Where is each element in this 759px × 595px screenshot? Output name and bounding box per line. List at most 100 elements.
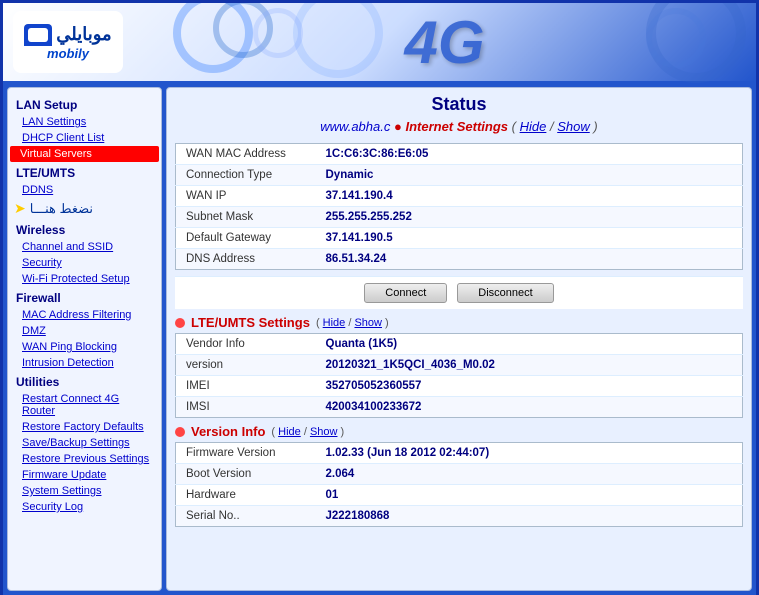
logo-arabic: موبايلي	[56, 24, 111, 45]
hide-link-version[interactable]: Hide	[278, 426, 301, 438]
table-row: WAN IP37.141.190.4	[176, 186, 743, 207]
version-hide-show: ( Hide / Show )	[271, 426, 344, 438]
arabic-label: نضغط هنـــا	[30, 201, 93, 217]
lte-hide-show: ( Hide / Show )	[316, 317, 389, 329]
table-row: Firmware Version1.02.33 (Jun 18 2012 02:…	[176, 443, 743, 464]
sidebar-item-restart-connect[interactable]: Restart Connect 4G Router	[8, 391, 161, 419]
status-title: Status	[175, 94, 743, 115]
sidebar-section-firewall: Firewall	[8, 287, 161, 307]
table-row: Hardware01	[176, 485, 743, 506]
table-row: Default Gateway37.141.190.5	[176, 228, 743, 249]
arrow-area: ➤ نضغط هنـــا	[8, 198, 161, 219]
row-value: Dynamic	[316, 165, 743, 186]
logo-area: موبايلي mobily	[13, 11, 123, 73]
row-value: 420034100233672	[316, 397, 743, 418]
sidebar-item-system-settings[interactable]: System Settings	[8, 483, 161, 499]
row-label: DNS Address	[176, 249, 316, 270]
internet-settings-link[interactable]: ●	[394, 119, 405, 134]
sidebar-section-lte: LTE/UMTS	[8, 162, 161, 182]
row-label: Hardware	[176, 485, 316, 506]
content-area: Status www.abha.c ● Internet Settings ( …	[166, 87, 752, 591]
sidebar-item-channel-ssid[interactable]: Channel and SSID	[8, 239, 161, 255]
table-row: Connection TypeDynamic	[176, 165, 743, 186]
row-label: Boot Version	[176, 464, 316, 485]
sidebar-item-virtual-servers[interactable]: Virtual Servers	[10, 146, 159, 162]
lte-table: Vendor InfoQuanta (1K5)version20120321_1…	[175, 333, 743, 418]
sidebar-item-mac-filtering[interactable]: MAC Address Filtering	[8, 307, 161, 323]
row-label: version	[176, 355, 316, 376]
disconnect-button[interactable]: Disconnect	[457, 283, 553, 303]
row-value: 86.51.34.24	[316, 249, 743, 270]
sidebar-item-wifi-protected[interactable]: Wi-Fi Protected Setup	[8, 271, 161, 287]
lte-bullet	[175, 318, 185, 328]
sidebar-section-lan: LAN Setup	[8, 94, 161, 114]
row-value: 37.141.190.4	[316, 186, 743, 207]
row-value: Quanta (1K5)	[316, 334, 743, 355]
version-title: Version Info	[191, 424, 265, 439]
row-label: IMEI	[176, 376, 316, 397]
table-row: version20120321_1K5QCI_4036_M0.02	[176, 355, 743, 376]
row-label: Default Gateway	[176, 228, 316, 249]
table-row: WAN MAC Address1C:C6:3C:86:E6:05	[176, 144, 743, 165]
row-label: Connection Type	[176, 165, 316, 186]
row-value: 20120321_1K5QCI_4036_M0.02	[316, 355, 743, 376]
row-value: 37.141.190.5	[316, 228, 743, 249]
logo-english: mobily	[47, 46, 89, 61]
table-row: IMEI352705052360557	[176, 376, 743, 397]
header-4g-logo: 4G	[404, 8, 484, 77]
table-row: Subnet Mask255.255.255.252	[176, 207, 743, 228]
sidebar-item-ddns[interactable]: DDNS	[8, 182, 161, 198]
table-row: IMSI420034100233672	[176, 397, 743, 418]
sidebar-item-restore-previous[interactable]: Restore Previous Settings	[8, 451, 161, 467]
sidebar-item-restore-factory[interactable]: Restore Factory Defaults	[8, 419, 161, 435]
row-value: J222180868	[316, 506, 743, 527]
hide-link-lte[interactable]: Hide	[323, 317, 346, 329]
sidebar-item-security-log[interactable]: Security Log	[8, 499, 161, 515]
table-row: Serial No..J222180868	[176, 506, 743, 527]
internet-settings-label: Internet Settings	[405, 119, 508, 134]
show-link-version[interactable]: Show	[310, 426, 338, 438]
hide-link-internet[interactable]: Hide	[520, 119, 547, 134]
website-url: www.abha.c ● Internet Settings ( Hide / …	[175, 119, 743, 134]
row-label: WAN MAC Address	[176, 144, 316, 165]
table-row: DNS Address86.51.34.24	[176, 249, 743, 270]
close-paren1: )	[593, 119, 597, 134]
sidebar-item-lan-settings[interactable]: LAN Settings	[8, 114, 161, 130]
show-link-lte[interactable]: Show	[354, 317, 382, 329]
sidebar-item-firmware-update[interactable]: Firmware Update	[8, 467, 161, 483]
sidebar-section-utilities: Utilities	[8, 371, 161, 391]
row-value: 01	[316, 485, 743, 506]
header-center: 4G	[143, 8, 746, 77]
header: موبايلي mobily 4G	[3, 3, 756, 83]
sidebar-item-wan-ping[interactable]: WAN Ping Blocking	[8, 339, 161, 355]
sidebar-item-dhcp-client-list[interactable]: DHCP Client List	[8, 130, 161, 146]
row-value: 2.064	[316, 464, 743, 485]
arrow-icon: ➤	[14, 200, 26, 217]
row-label: Serial No..	[176, 506, 316, 527]
connect-button[interactable]: Connect	[364, 283, 447, 303]
row-value: 1C:C6:3C:86:E6:05	[316, 144, 743, 165]
version-table: Firmware Version1.02.33 (Jun 18 2012 02:…	[175, 442, 743, 527]
table-row: Vendor InfoQuanta (1K5)	[176, 334, 743, 355]
row-value: 255.255.255.252	[316, 207, 743, 228]
row-label: Firmware Version	[176, 443, 316, 464]
sidebar-item-dmz[interactable]: DMZ	[8, 323, 161, 339]
show-link-internet[interactable]: Show	[557, 119, 590, 134]
row-label: Vendor Info	[176, 334, 316, 355]
version-section-header: Version Info ( Hide / Show )	[175, 424, 743, 439]
internet-settings-table: WAN MAC Address1C:C6:3C:86:E6:05Connecti…	[175, 143, 743, 270]
sidebar-item-intrusion[interactable]: Intrusion Detection	[8, 355, 161, 371]
sidebar-item-save-backup[interactable]: Save/Backup Settings	[8, 435, 161, 451]
lte-section-header: LTE/UMTS Settings ( Hide / Show )	[175, 315, 743, 330]
lte-title: LTE/UMTS Settings	[191, 315, 310, 330]
sidebar-section-wireless: Wireless	[8, 219, 161, 239]
logo-box: موبايلي mobily	[23, 17, 113, 67]
connect-button-row: Connect Disconnect	[175, 276, 743, 309]
row-value: 352705052360557	[316, 376, 743, 397]
main-container: LAN Setup LAN Settings DHCP Client List …	[3, 83, 756, 595]
sidebar: LAN Setup LAN Settings DHCP Client List …	[7, 87, 162, 591]
sidebar-item-security[interactable]: Security	[8, 255, 161, 271]
row-label: WAN IP	[176, 186, 316, 207]
row-label: IMSI	[176, 397, 316, 418]
row-label: Subnet Mask	[176, 207, 316, 228]
